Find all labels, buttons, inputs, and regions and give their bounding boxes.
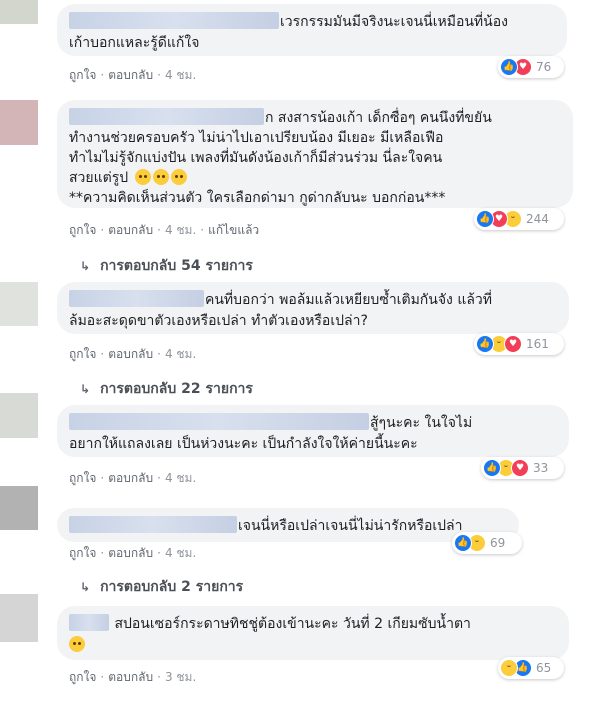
reply-link[interactable]: ตอบกลับ [108,223,153,237]
reaction-summary[interactable]: 👍 ᵕ ♥ 161 [474,333,564,355]
reaction-count: 161 [526,337,549,351]
reaction-count: 69 [490,536,506,550]
timestamp[interactable]: 3 ชม. [165,670,196,684]
reply-link[interactable]: ตอบกลับ [108,68,153,82]
comment-bubble: เวรกรรมมันมีจริงนะเจนนี่เหมือนที่น้อง เก… [57,4,567,56]
reply-link[interactable]: ตอบกลับ [108,347,153,361]
comment-note: **ความคิดเห็นส่วนตัว ใครเลือกด่ามา กูด่า… [69,190,446,206]
timestamp[interactable]: 4 ชม. [165,68,196,82]
redacted-name [69,614,109,631]
avatar[interactable] [0,282,38,326]
like-icon: 👍 [476,210,494,228]
reaction-count: 244 [526,212,549,226]
avatar[interactable] [0,393,38,438]
timestamp[interactable]: 4 ชม. [165,347,196,361]
reaction-summary[interactable]: 👍 ᵕ ♥ 33 [481,457,564,479]
timestamp[interactable]: 4 ชม. [165,223,196,237]
like-link[interactable]: ถูกใจ [69,546,96,560]
replies-label: การตอบกลับ 22 รายการ [100,381,253,397]
redacted-name [69,290,204,307]
timestamp[interactable]: 4 ชม. [165,471,196,485]
comment-text: สปอนเซอร์กระดาษทิชชู่ต้องเข้านะคะ วันที่… [114,616,471,632]
edited-label[interactable]: แก้ไขแล้ว [208,223,259,237]
rolling-eyes-emoji [134,169,151,185]
reaction-count: 76 [536,60,552,74]
reply-link[interactable]: ตอบกลับ [108,546,153,560]
comment-actions: ถูกใจ · ตอบกลับ · 4 ชม. [69,471,197,485]
like-link[interactable]: ถูกใจ [69,347,96,361]
comment-actions: ถูกใจ · ตอบกลับ · 4 ชม. [69,347,197,361]
comment-actions: ถูกใจ · ตอบกลับ · 4 ชม. [69,546,197,560]
view-replies-link[interactable]: ↳ การตอบกลับ 2 รายการ [80,578,243,596]
avatar[interactable] [0,486,38,530]
love-icon: ♥ [504,335,522,353]
avatar[interactable] [0,0,38,24]
rolling-eyes-emoji [152,169,169,185]
reply-arrow-icon: ↳ [80,580,91,594]
comment-actions: ถูกใจ · ตอบกลับ · 4 ชม. [69,68,197,82]
like-icon: 👍 [500,58,518,76]
like-link[interactable]: ถูกใจ [69,68,96,82]
love-icon: ♥ [511,459,529,477]
reply-arrow-icon: ↳ [80,382,91,396]
view-replies-link[interactable]: ↳ การตอบกลับ 22 รายการ [80,380,253,398]
comment-text: เจนนี่หรือเปล่าเจนนี่ไม่น่ารักหรือเปล่า [238,518,463,534]
reply-arrow-icon: ↳ [80,259,91,273]
like-link[interactable]: ถูกใจ [69,471,96,485]
reaction-summary[interactable]: 👍 ♥ 76 [498,56,564,78]
redacted-name [69,516,237,533]
like-icon: 👍 [483,459,501,477]
view-replies-link[interactable]: ↳ การตอบกลับ 54 รายการ [80,257,253,275]
comment-bubble: เจนนี่หรือเปล่าเจนนี่ไม่น่ารักหรือเปล่า [57,508,519,542]
like-icon: 👍 [476,335,494,353]
crying-emoji [69,636,85,652]
redacted-name [69,413,369,430]
reaction-summary[interactable]: 👍 ᵕ 69 [452,532,522,554]
like-icon: 👍 [454,534,472,552]
comment-bubble: ก สงสารน้องเก้า เด็กซื่อๆ คนนึงที่ขยัน ท… [57,100,573,208]
timestamp[interactable]: 4 ชม. [165,546,196,560]
avatar[interactable] [0,594,38,642]
reaction-summary[interactable]: 👍 ♥ ᵕ 244 [474,208,564,230]
comment-bubble: คนที่บอกว่า พอล้มแล้วเหยียบซ้ำเติมกันจัง… [57,282,569,334]
rolling-eyes-emoji [170,169,187,185]
comment-bubble: สู้ๆนะคะ ในใจไม่ อยากให้แถลงเลย เป็นห่วง… [57,405,569,457]
haha-icon: ᵕ [500,659,518,677]
replies-label: การตอบกลับ 54 รายการ [100,258,253,274]
avatar[interactable] [0,100,38,145]
like-link[interactable]: ถูกใจ [69,670,96,684]
replies-label: การตอบกลับ 2 รายการ [100,579,244,595]
reaction-count: 65 [536,661,552,675]
redacted-name [69,12,279,29]
reply-link[interactable]: ตอบกลับ [108,670,153,684]
comment-actions: ถูกใจ · ตอบกลับ · 3 ชม. [69,670,197,684]
like-link[interactable]: ถูกใจ [69,223,96,237]
comment-bubble: สปอนเซอร์กระดาษทิชชู่ต้องเข้านะคะ วันที่… [57,606,569,660]
comment-actions: ถูกใจ · ตอบกลับ · 4 ชม. · แก้ไขแล้ว [69,223,260,237]
reaction-count: 33 [533,461,549,475]
redacted-name [69,108,264,125]
reply-link[interactable]: ตอบกลับ [108,471,153,485]
reaction-summary[interactable]: ᵕ 👍 65 [498,657,564,679]
